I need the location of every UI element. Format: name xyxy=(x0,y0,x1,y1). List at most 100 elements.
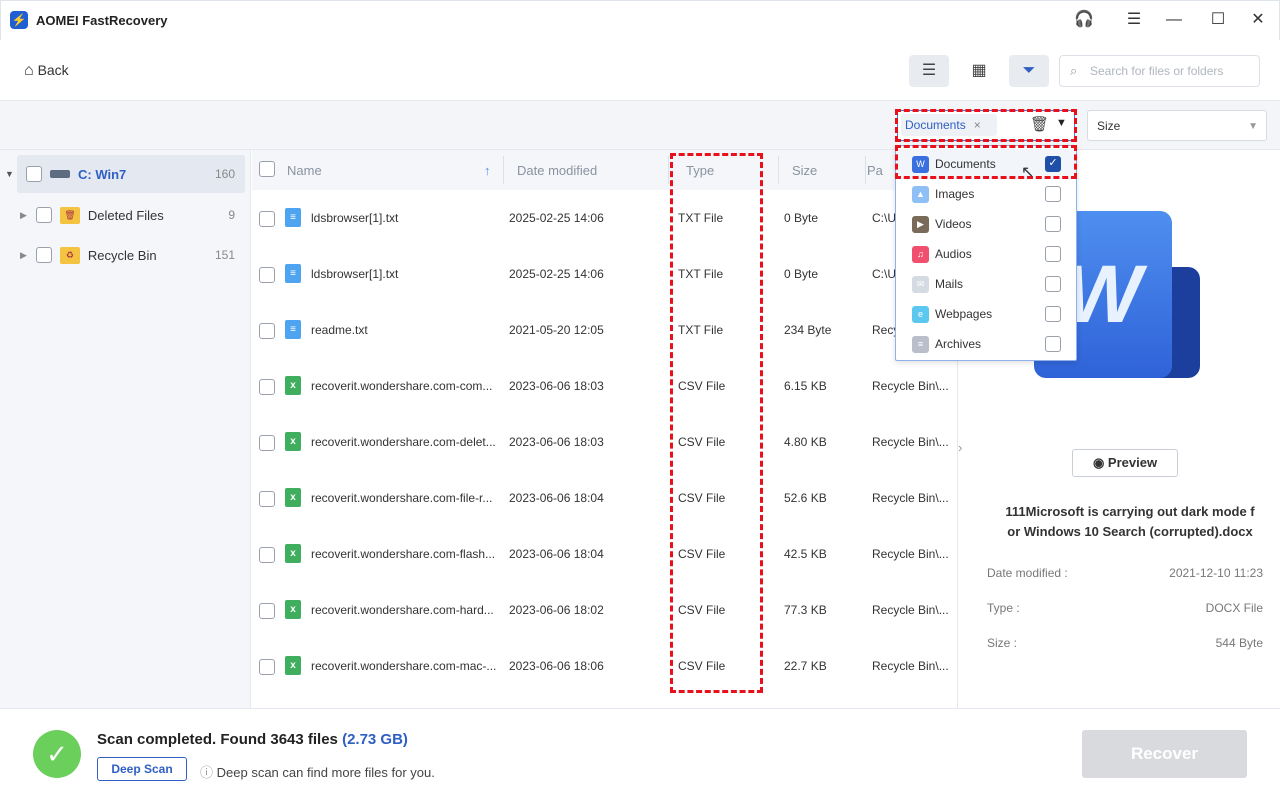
column-name[interactable]: Name xyxy=(287,163,322,178)
dropdown-item-label: Audios xyxy=(935,247,972,261)
select-all-checkbox[interactable] xyxy=(259,161,275,177)
csv-file-icon: x xyxy=(285,656,301,675)
dropdown-item-mails[interactable]: ✉ Mails xyxy=(896,269,1076,299)
column-size[interactable]: Size xyxy=(792,163,817,178)
row-checkbox[interactable] xyxy=(259,379,275,395)
file-date: 2023-06-06 18:03 xyxy=(509,435,604,449)
tree-label: Deleted Files xyxy=(87,207,164,223)
file-size: 234 Byte xyxy=(784,323,832,337)
tree-count: 151 xyxy=(214,248,235,262)
size-value: 544 Byte xyxy=(1215,636,1263,650)
success-check-icon: ✓ xyxy=(33,730,81,778)
tree-count: 9 xyxy=(228,208,235,222)
dropdown-item-label: Webpages xyxy=(935,307,993,321)
support-headset-icon[interactable]: 🎧 xyxy=(1074,10,1094,30)
dropdown-item-webpages[interactable]: e Webpages xyxy=(896,299,1076,329)
row-checkbox[interactable] xyxy=(259,323,275,339)
csv-file-icon: x xyxy=(285,488,301,507)
row-checkbox[interactable] xyxy=(259,547,275,563)
type-column-highlight xyxy=(670,153,763,693)
file-path: C:\U xyxy=(872,267,896,281)
file-size: 6.15 KB xyxy=(784,379,827,393)
total-size: (2.73 GB) xyxy=(342,731,408,748)
table-row[interactable]: ≡ ldsbrowser[1].txt 2025-02-25 14:06 TXT… xyxy=(252,191,956,247)
app-logo-icon: ⚡ xyxy=(10,11,28,29)
dropdown-checkbox[interactable] xyxy=(1045,306,1061,322)
filename-line: or Windows 10 Search (corrupted).docx xyxy=(1007,524,1253,539)
drive-icon xyxy=(50,170,70,178)
hint-text: Deep scan can find more files for you. xyxy=(216,765,435,780)
file-path: Recycle Bin\... xyxy=(872,659,949,673)
expand-icon[interactable]: ▶ xyxy=(20,250,27,261)
preview-button[interactable]: ◉ Preview xyxy=(1072,449,1178,477)
videos-icon: ▶ xyxy=(912,215,929,233)
csv-file-icon: x xyxy=(285,600,301,619)
search-placeholder: Search for files or folders xyxy=(1090,64,1224,78)
dropdown-checkbox[interactable] xyxy=(1045,276,1061,292)
size-select[interactable]: Size ▼ xyxy=(1087,110,1267,141)
recover-button[interactable]: Recover xyxy=(1082,730,1247,778)
grid-view-button[interactable]: ▦ xyxy=(959,55,999,87)
dropdown-checkbox[interactable] xyxy=(1045,336,1061,352)
dropdown-item-videos[interactable]: ▶ Videos xyxy=(896,209,1076,239)
table-row[interactable]: x recoverit.wondershare.com-file-r... 20… xyxy=(252,471,956,527)
expand-icon[interactable]: ▼ xyxy=(5,169,14,179)
table-row[interactable]: ≡ readme.txt 2021-05-20 12:05 TXT File 2… xyxy=(252,303,956,359)
maximize-button[interactable]: ☐ xyxy=(1208,10,1228,30)
csv-file-icon: x xyxy=(285,544,301,563)
checkbox[interactable] xyxy=(35,247,52,263)
size-label: Size : xyxy=(987,636,1018,650)
close-button[interactable]: ✕ xyxy=(1248,10,1268,30)
filter-button[interactable]: ⏷ xyxy=(1009,55,1049,87)
minimize-button[interactable]: — xyxy=(1164,10,1184,30)
sort-asc-icon[interactable]: ↑ xyxy=(484,163,491,178)
file-path: Recycle Bin\... xyxy=(872,435,949,449)
column-path[interactable]: Pa xyxy=(867,163,883,178)
file-name: recoverit.wondershare.com-delet... xyxy=(311,435,496,449)
dropdown-item-images[interactable]: ▲ Images xyxy=(896,179,1076,209)
row-checkbox[interactable] xyxy=(259,211,275,227)
tree-item-deleted-files[interactable]: ▶ 🗑 Deleted Files 9 xyxy=(0,196,245,234)
dropdown-checkbox[interactable] xyxy=(1045,186,1061,202)
dropdown-item-audios[interactable]: ♫ Audios xyxy=(896,239,1076,269)
deep-scan-button[interactable]: Deep Scan xyxy=(97,757,187,781)
dropdown-item-label: Videos xyxy=(935,217,972,231)
scan-status: Scan completed. Found 3643 files (2.73 G… xyxy=(97,731,408,748)
row-checkbox[interactable] xyxy=(259,435,275,451)
file-name: recoverit.wondershare.com-file-r... xyxy=(311,491,493,505)
table-row[interactable]: x recoverit.wondershare.com-com... 2023-… xyxy=(252,359,956,415)
file-name: recoverit.wondershare.com-flash... xyxy=(311,547,496,561)
dropdown-checkbox[interactable] xyxy=(1045,216,1061,232)
csv-file-icon: x xyxy=(285,432,301,451)
dropdown-item-archives[interactable]: ≡ Archives xyxy=(896,329,1076,359)
column-date-modified[interactable]: Date modified xyxy=(517,163,597,178)
checkbox[interactable] xyxy=(35,207,52,223)
row-checkbox[interactable] xyxy=(259,659,275,675)
row-checkbox[interactable] xyxy=(259,603,275,619)
table-row[interactable]: x recoverit.wondershare.com-hard... 2023… xyxy=(252,583,956,639)
tree-item-recycle-bin[interactable]: ▶ ♻ Recycle Bin 151 xyxy=(0,236,245,274)
deep-scan-hint: ⓘ Deep scan can find more files for you. xyxy=(200,762,435,781)
file-date: 2025-02-25 14:06 xyxy=(509,211,604,225)
table-row[interactable]: ≡ ldsbrowser[1].txt 2025-02-25 14:06 TXT… xyxy=(252,247,956,303)
table-row[interactable]: x recoverit.wondershare.com-delet... 202… xyxy=(252,415,956,471)
collapse-chevron-icon[interactable]: › xyxy=(958,440,962,455)
row-checkbox[interactable] xyxy=(259,491,275,507)
row-checkbox[interactable] xyxy=(259,267,275,283)
checkbox[interactable] xyxy=(26,166,42,182)
file-size: 77.3 KB xyxy=(784,603,827,617)
tree-item-drive[interactable]: ▼ C: Win7 160 xyxy=(5,155,245,193)
dropdown-checkbox[interactable] xyxy=(1045,246,1061,262)
file-date: 2025-02-25 14:06 xyxy=(509,267,604,281)
file-date: 2021-05-20 12:05 xyxy=(509,323,604,337)
back-button[interactable]: ⌂ Back xyxy=(24,62,69,80)
table-row[interactable]: x recoverit.wondershare.com-mac-... 2023… xyxy=(252,639,956,695)
menu-icon[interactable]: ☰ xyxy=(1124,10,1144,30)
txt-file-icon: ≡ xyxy=(285,208,301,227)
expand-icon[interactable]: ▶ xyxy=(20,210,27,221)
list-view-button[interactable]: ☰ xyxy=(909,55,949,87)
table-row[interactable]: x recoverit.wondershare.com-flash... 202… xyxy=(252,527,956,583)
search-input[interactable]: ⌕ Search for files or folders xyxy=(1059,55,1260,87)
type-value: DOCX File xyxy=(1205,601,1263,615)
info-icon: ⓘ xyxy=(200,765,214,780)
